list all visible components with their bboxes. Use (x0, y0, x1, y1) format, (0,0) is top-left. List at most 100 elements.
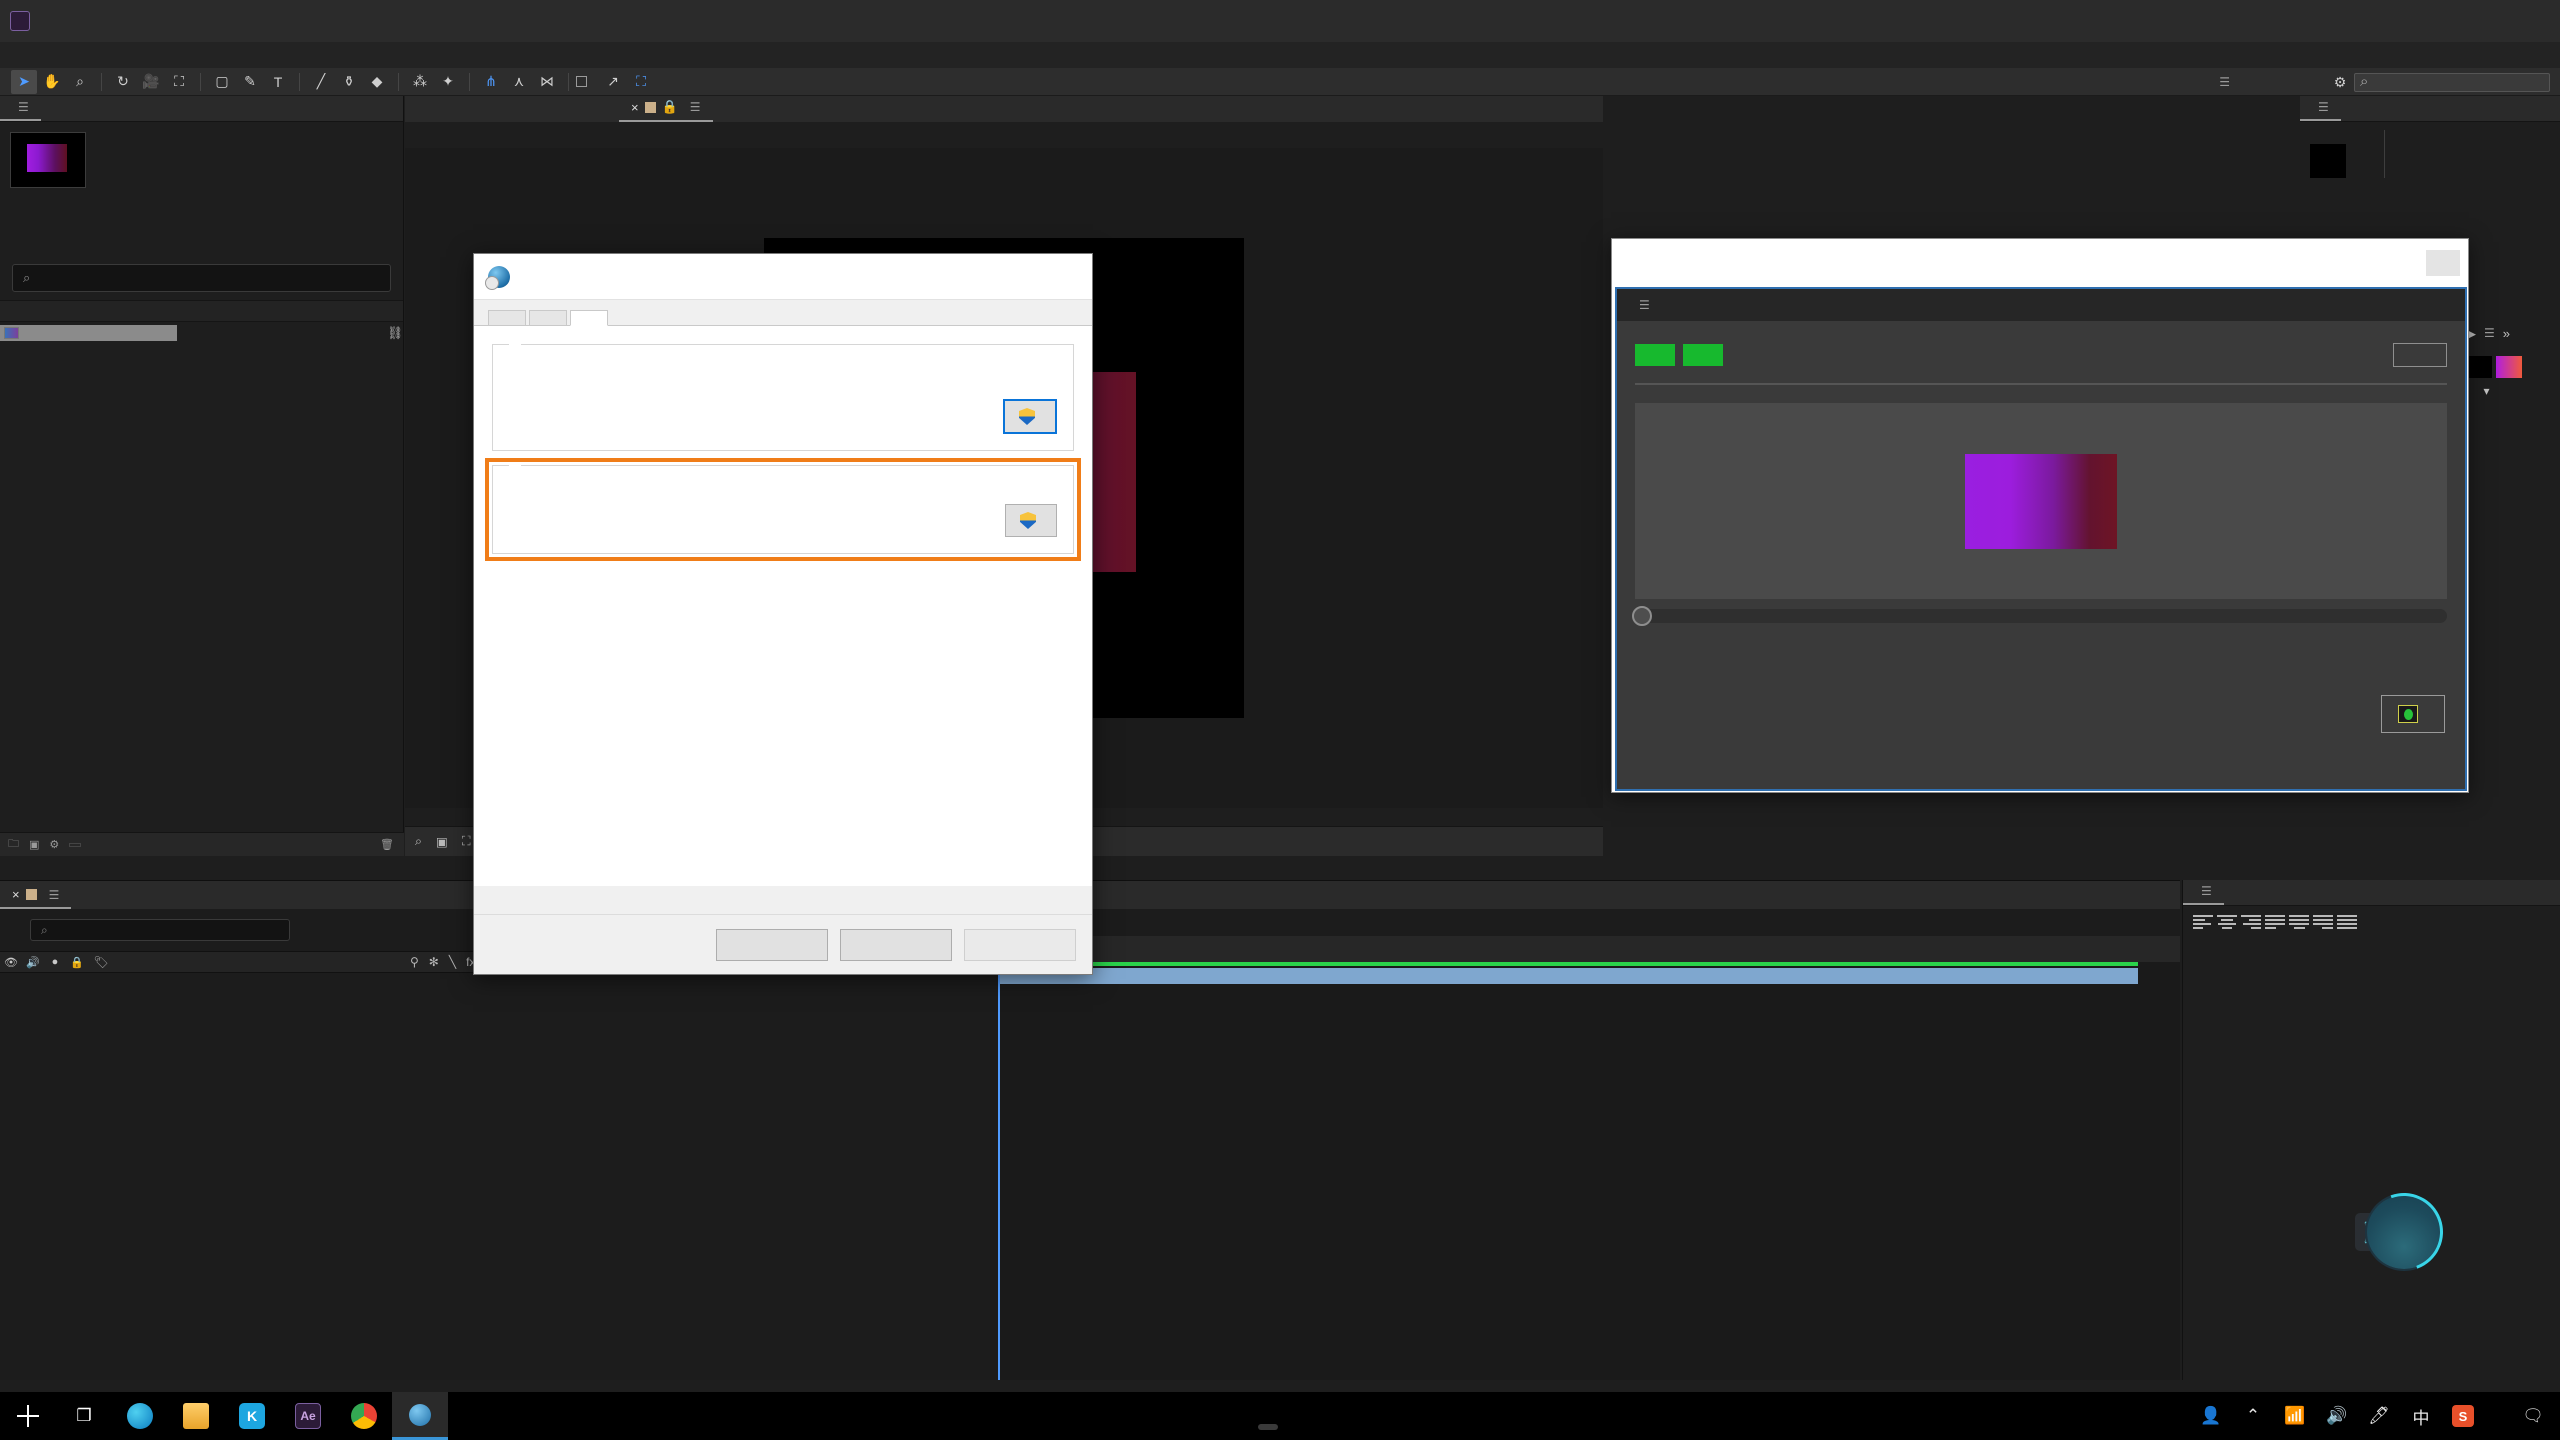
tab-lock-icon[interactable]: 🔒 (662, 99, 678, 115)
project-panel-menu-icon[interactable]: ☰ (18, 100, 29, 114)
solo-toggle-icon[interactable]: ● (44, 956, 66, 968)
search-help-input[interactable] (2354, 72, 2550, 92)
dialog-close-button[interactable] (1040, 257, 1084, 297)
info-panel-menu-icon[interactable]: ☰ (2318, 100, 2329, 114)
project-settings-icon[interactable]: ⚙ (49, 838, 59, 851)
maximize-button[interactable] (2436, 0, 2498, 42)
chevron-up-icon[interactable]: ⌃ (2232, 1392, 2274, 1440)
clone-stamp-tool-icon[interactable]: ⚱ (336, 70, 362, 94)
align-left-icon[interactable] (2193, 914, 2213, 930)
ok-button[interactable] (716, 928, 828, 961)
close-icon[interactable] (2426, 250, 2460, 276)
project-item-comp1[interactable] (0, 325, 178, 341)
chrome-icon[interactable] (336, 1392, 392, 1440)
baseline-shift-field[interactable] (2460, 450, 2560, 454)
lock-toggle-icon[interactable]: 🔒 (66, 956, 88, 969)
chevron-down-icon[interactable]: ▾ (2484, 384, 2490, 398)
copy-settings-button[interactable] (1003, 399, 1057, 434)
justify-last-right-icon[interactable] (2313, 914, 2333, 930)
hamburger-icon[interactable]: ☰ (1639, 298, 1650, 312)
workspace-settings-icon[interactable]: ⚙ (2327, 70, 2353, 94)
brush-tool-icon[interactable]: ╱ (308, 70, 334, 94)
windows-start-icon[interactable] (0, 1392, 56, 1440)
eraser-tool-icon[interactable]: ◆ (364, 70, 390, 94)
justify-all-icon[interactable] (2337, 914, 2357, 930)
people-icon[interactable]: 👤 (2190, 1392, 2232, 1440)
align-center-icon[interactable] (2217, 914, 2237, 930)
puppet-starch-pin-icon[interactable]: ⋏ (506, 70, 532, 94)
region-settings-icon[interactable] (392, 1392, 448, 1440)
tab-close-icon[interactable]: × (12, 887, 20, 902)
snap-align-icon[interactable]: ↗ (600, 70, 626, 94)
composition-panel-menu-icon[interactable]: ☰ (690, 100, 701, 114)
file-explorer-icon[interactable] (168, 1392, 224, 1440)
zoom-tool-icon[interactable]: ⌕ (67, 70, 93, 94)
kugou-icon[interactable]: K (224, 1392, 280, 1440)
tab-composition[interactable]: × 🔒 ☰ (619, 96, 713, 122)
tab-render-queue[interactable] (71, 901, 95, 909)
justify-last-left-icon[interactable] (2265, 914, 2285, 930)
snap-bounds-icon[interactable]: ⛶ (628, 70, 654, 94)
bodymovin-preview[interactable] (1635, 403, 2447, 599)
rotation-tool-icon[interactable]: ↻ (110, 70, 136, 94)
volume-icon[interactable]: 🔊 (2316, 1392, 2358, 1440)
label-column-icon[interactable]: 🏷 (88, 955, 114, 969)
cancel-button[interactable] (840, 928, 952, 961)
magnification-icon[interactable]: ⌕ (415, 834, 422, 849)
bit-depth-label[interactable] (69, 842, 82, 847)
tracking-field[interactable] (2460, 400, 2560, 404)
pen-icon[interactable]: 🖊 (2358, 1392, 2400, 1440)
fill-color-swatch[interactable] (2466, 356, 2492, 378)
font-size-field[interactable]: ᴛ ▾ (2460, 382, 2560, 400)
video-toggle-icon[interactable]: 👁 (0, 956, 22, 969)
slider-knob[interactable] (1632, 606, 1652, 626)
notification-icon[interactable]: 🗨 (2512, 1392, 2554, 1440)
align-right-icon[interactable] (2241, 914, 2261, 930)
tab-location[interactable] (529, 310, 567, 325)
tab-timeline-comp1[interactable]: × ☰ (0, 884, 72, 909)
back-button[interactable] (2393, 343, 2447, 367)
after-effects-icon[interactable]: Ae (280, 1392, 336, 1440)
tab-effect-controls[interactable] (41, 113, 65, 121)
tab-footage[interactable] (405, 114, 429, 122)
stroke-color-swatch[interactable] (2496, 356, 2522, 378)
puppet-overlap-pin-icon[interactable]: ⋈ (534, 70, 560, 94)
timeline-graph-area[interactable] (998, 936, 2180, 1380)
type-tool-icon[interactable]: T (265, 70, 291, 94)
tab-project[interactable]: ☰ (0, 97, 41, 121)
current-renders-button[interactable] (1683, 344, 1723, 366)
minimize-button[interactable] (2374, 0, 2436, 42)
layer-duration-bar[interactable] (998, 968, 2138, 984)
tab-info[interactable]: ☰ (2300, 97, 2341, 121)
shape-tool-icon[interactable]: ▢ (209, 70, 235, 94)
justify-last-center-icon[interactable] (2289, 914, 2309, 930)
new-folder-icon[interactable]: 🗀 (8, 835, 19, 854)
tab-paragraph[interactable]: ☰ (2183, 881, 2224, 905)
sogou-icon[interactable]: S (2442, 1392, 2484, 1440)
region-of-interest-icon[interactable]: ⛶ (462, 834, 471, 849)
new-comp-icon[interactable]: ▣ (29, 838, 39, 851)
playhead[interactable] (998, 936, 1000, 1380)
preview-panel-menu-icon[interactable]: ☰ (2484, 326, 2495, 342)
timeline-panel-menu-icon[interactable]: ☰ (49, 888, 60, 902)
paragraph-panel-menu-icon[interactable]: ☰ (2201, 884, 2212, 898)
take-snapshot-button[interactable] (2381, 695, 2445, 733)
preview-slider[interactable] (1632, 606, 2447, 626)
composition-flowchart-icon[interactable]: ⛓ (381, 326, 403, 341)
close-button[interactable] (2498, 0, 2560, 42)
roto-brush-tool-icon[interactable]: ⁂ (407, 70, 433, 94)
change-system-locale-button[interactable] (1005, 504, 1057, 537)
network-speed-widget[interactable]: ↑ ↓ (2352, 1180, 2456, 1284)
hand-tool-icon[interactable]: ✋ (39, 70, 65, 94)
cpu-usage-gauge[interactable] (2352, 1180, 2456, 1284)
ime-cn-icon[interactable]: 中 (2400, 1392, 2442, 1440)
pan-behind-tool-icon[interactable]: ⛶ (166, 70, 192, 94)
timeline-ruler[interactable] (998, 936, 2180, 962)
audio-toggle-icon[interactable]: 🔊 (22, 956, 44, 969)
project-search-input[interactable]: ⌕ (12, 264, 391, 292)
puppet-pin-tool-icon[interactable]: ✦ (435, 70, 461, 94)
puppet-position-pin-icon[interactable]: ⋔ (478, 70, 504, 94)
tab-formats[interactable] (488, 310, 526, 325)
selection-tool-icon[interactable]: ➤ (11, 69, 37, 94)
tab-close-icon[interactable]: × (631, 100, 639, 115)
